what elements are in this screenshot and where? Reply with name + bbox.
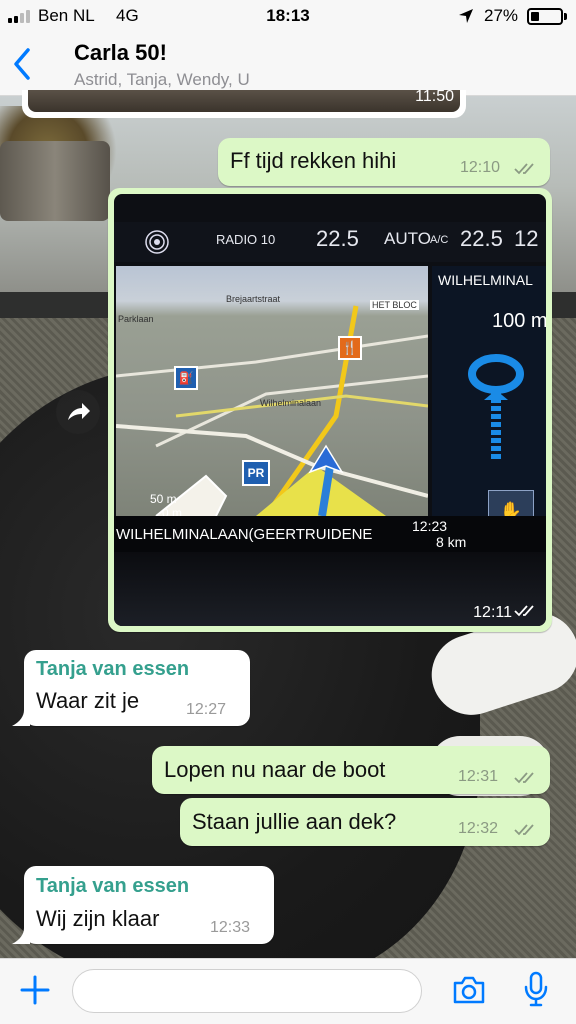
battery-fill <box>531 12 539 21</box>
nav-temp-right: 22.5 <box>460 226 503 251</box>
nav-map: Brejaartstraat Wilhelminalaan HET BLOC P… <box>116 266 428 516</box>
map-label: Brejaartstraat <box>226 294 281 304</box>
nav-turn-panel: WILHELMINAL 100 m ✋ <box>432 266 546 534</box>
vehicle-position-icon <box>308 444 344 474</box>
message-time: 12:11 <box>473 604 512 621</box>
double-check-icon <box>514 772 534 784</box>
radio-icon <box>145 230 169 254</box>
location-arrow-icon <box>459 9 473 23</box>
double-check-icon <box>514 824 534 836</box>
message-bubble-outgoing[interactable]: Ff tijd rekken hihi 12:10 <box>218 138 550 186</box>
bubble-tail <box>12 928 30 944</box>
microphone-icon[interactable] <box>524 971 548 1007</box>
double-check-icon <box>514 605 534 617</box>
message-text: Wij zijn klaar <box>36 906 160 931</box>
image-message[interactable]: RADIO 10 22.5 AUTO A/C 22.5 12 Brejaarts… <box>108 188 552 632</box>
message-text: Lopen nu naar de boot <box>164 757 386 782</box>
battery-tip <box>564 13 567 20</box>
map-label: Parklaan <box>118 314 154 324</box>
nav-ac: A/C <box>430 234 449 246</box>
message-time: 12:31 <box>458 768 499 785</box>
restaurant-icon: 🍴 <box>338 336 362 360</box>
message-time: 12:10 <box>460 159 501 176</box>
image-thumbnail[interactable] <box>28 90 460 112</box>
nav-eta: 12:23 <box>412 518 448 534</box>
message-text: Ff tijd rekken hihi <box>230 148 397 173</box>
message-time: 12:32 <box>458 820 499 837</box>
message-bubble-incoming[interactable]: Tanja van essen Wij zijn klaar 12:33 <box>24 866 274 944</box>
nav-next-street: WILHELMINAL <box>438 272 533 288</box>
message-time: 11:50 <box>415 88 454 105</box>
map-scale-top: 50 m <box>150 492 177 506</box>
battery-percent: 27% <box>484 6 519 25</box>
message-input[interactable] <box>72 969 422 1013</box>
message-bubble-incoming[interactable]: Tanja van essen Waar zit je 12:27 <box>24 650 250 726</box>
nav-temp-left: 22.5 <box>316 226 359 251</box>
sender-name[interactable]: Tanja van essen <box>36 658 189 681</box>
wallpaper-pot <box>0 141 110 221</box>
battery-icon <box>527 8 563 25</box>
navigation-photo[interactable]: RADIO 10 22.5 AUTO A/C 22.5 12 Brejaarts… <box>114 194 546 626</box>
park-ride-icon: PR <box>242 460 270 486</box>
fuel-station-icon: ⛽ <box>174 366 198 390</box>
chevron-left-icon[interactable] <box>10 46 34 82</box>
message-text: Waar zit je <box>36 688 140 713</box>
chat-participants[interactable]: Astrid, Tanja, Wendy, U <box>74 70 250 90</box>
forward-icon <box>68 403 90 420</box>
message-time: 12:27 <box>186 701 227 718</box>
forward-button[interactable] <box>56 390 100 434</box>
nav-remaining-distance: 8 km <box>436 534 467 550</box>
image-message[interactable]: 11:50 <box>22 88 466 118</box>
message-text: Staan jullie aan dek? <box>192 809 397 834</box>
map-scale-bottom: 0 m <box>162 506 183 516</box>
nav-radio: RADIO 10 <box>216 232 276 247</box>
nav-next-distance: 100 m <box>492 310 546 332</box>
nav-current-street: WILHELMINALAAN(GEERTRUIDENE <box>116 526 373 543</box>
status-bar: Ben NL 4G 18:13 27% <box>0 0 576 32</box>
bubble-tail <box>12 710 30 726</box>
chat-title[interactable]: Carla 50! <box>74 40 167 66</box>
nav-climate: AUTO <box>384 229 431 248</box>
double-check-icon <box>514 163 534 175</box>
nav-clock-clipped: 12 <box>514 226 539 251</box>
message-time: 12:33 <box>210 919 251 936</box>
nav-top-bar: RADIO 10 22.5 AUTO A/C 22.5 12 <box>114 222 546 262</box>
plus-icon[interactable] <box>20 975 50 1005</box>
map-label: HET BLOC <box>370 300 419 310</box>
camera-icon[interactable] <box>452 975 486 1005</box>
message-input-bar <box>0 958 576 1024</box>
chat-header: Carla 50! Astrid, Tanja, Wendy, U <box>0 32 576 96</box>
nav-bottom-bar: WILHELMINALAAN(GEERTRUIDENE 12:23 8 km <box>114 516 546 552</box>
map-label: Wilhelminalaan <box>260 398 322 408</box>
turn-arrow-icon <box>468 354 524 462</box>
sender-name[interactable]: Tanja van essen <box>36 875 189 898</box>
message-bubble-outgoing[interactable]: Staan jullie aan dek? 12:32 <box>180 798 550 846</box>
message-bubble-outgoing[interactable]: Lopen nu naar de boot 12:31 <box>152 746 550 794</box>
